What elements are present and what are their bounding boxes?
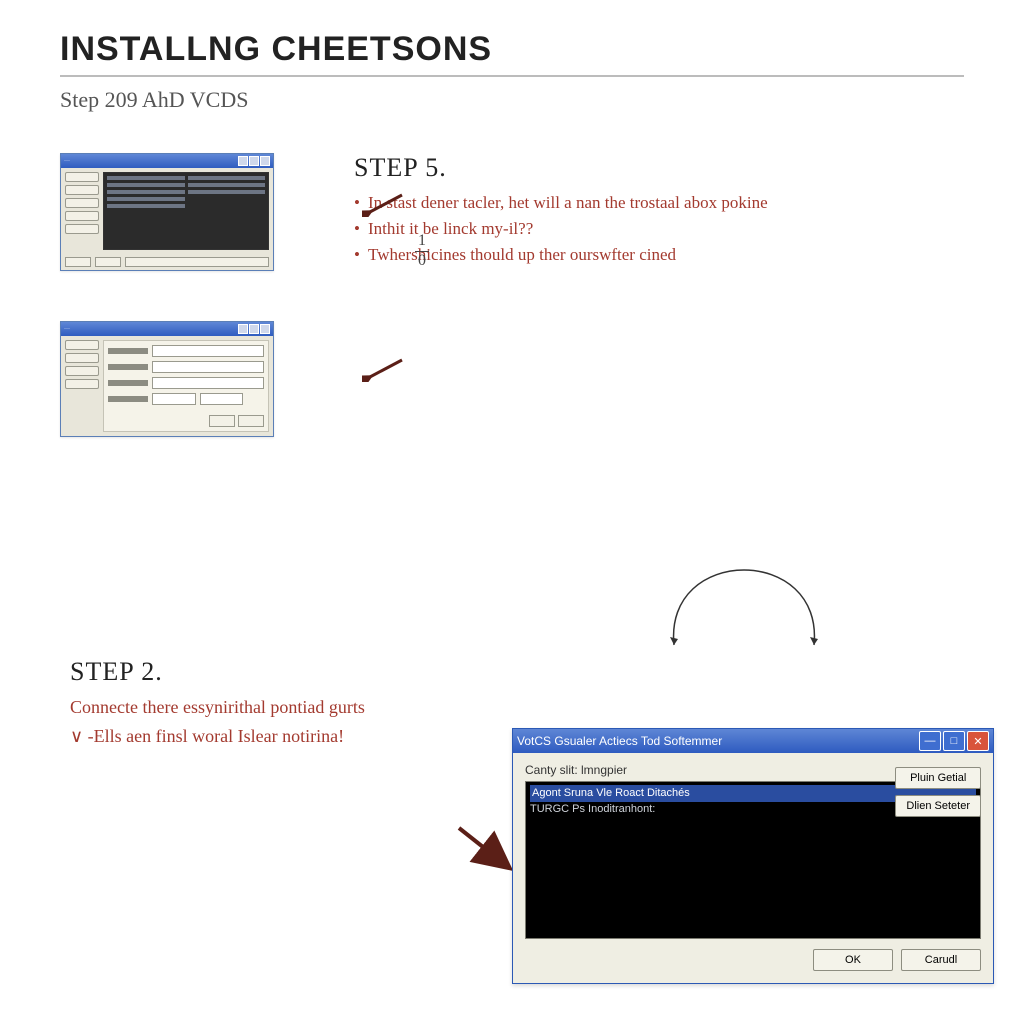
- maximize-button[interactable]: □: [943, 731, 965, 751]
- arrow-icon: [362, 358, 404, 382]
- screenshot-thumb-1: ···: [60, 153, 274, 271]
- side-button-2[interactable]: Dlien Seteter: [895, 795, 981, 817]
- step2-label: STEP 2.: [70, 657, 964, 687]
- screenshot-thumb-2: ···: [60, 321, 274, 437]
- side-button-1[interactable]: Pluin Getial: [895, 767, 981, 789]
- fraction-num: 1: [415, 233, 429, 250]
- list-item[interactable]: TURGC Ps Inoditranhont:: [530, 803, 655, 815]
- minimize-button[interactable]: —: [919, 731, 941, 751]
- fraction-den: 0: [415, 253, 429, 270]
- dialog-title: VotCS Gsualer Actiecs Tod Softemmer: [517, 734, 722, 748]
- ok-button[interactable]: OK: [813, 949, 893, 971]
- arrow-icon: [455, 824, 515, 874]
- fraction-annotation: 1 0: [415, 233, 429, 270]
- installer-dialog: VotCS Gsualer Actiecs Tod Softemmer — □ …: [512, 728, 994, 984]
- screenshot-column: ··· ···: [60, 153, 274, 487]
- page-subtitle: Step 209 AhD VCDS: [60, 87, 964, 113]
- title-divider: [60, 75, 964, 77]
- page-title: INSTALLNG CHEETSONS: [60, 30, 964, 69]
- close-button[interactable]: ✕: [967, 731, 989, 751]
- step5-bullet-1: In stast dener tacler, het will a nan th…: [354, 193, 768, 213]
- step5-label: STEP 5.: [354, 153, 768, 183]
- step2-line-1: Connecte there essynirithal pontiad gurt…: [70, 697, 964, 718]
- cancel-button[interactable]: Carudl: [901, 949, 981, 971]
- dialog-titlebar[interactable]: VotCS Gsualer Actiecs Tod Softemmer — □ …: [513, 729, 993, 753]
